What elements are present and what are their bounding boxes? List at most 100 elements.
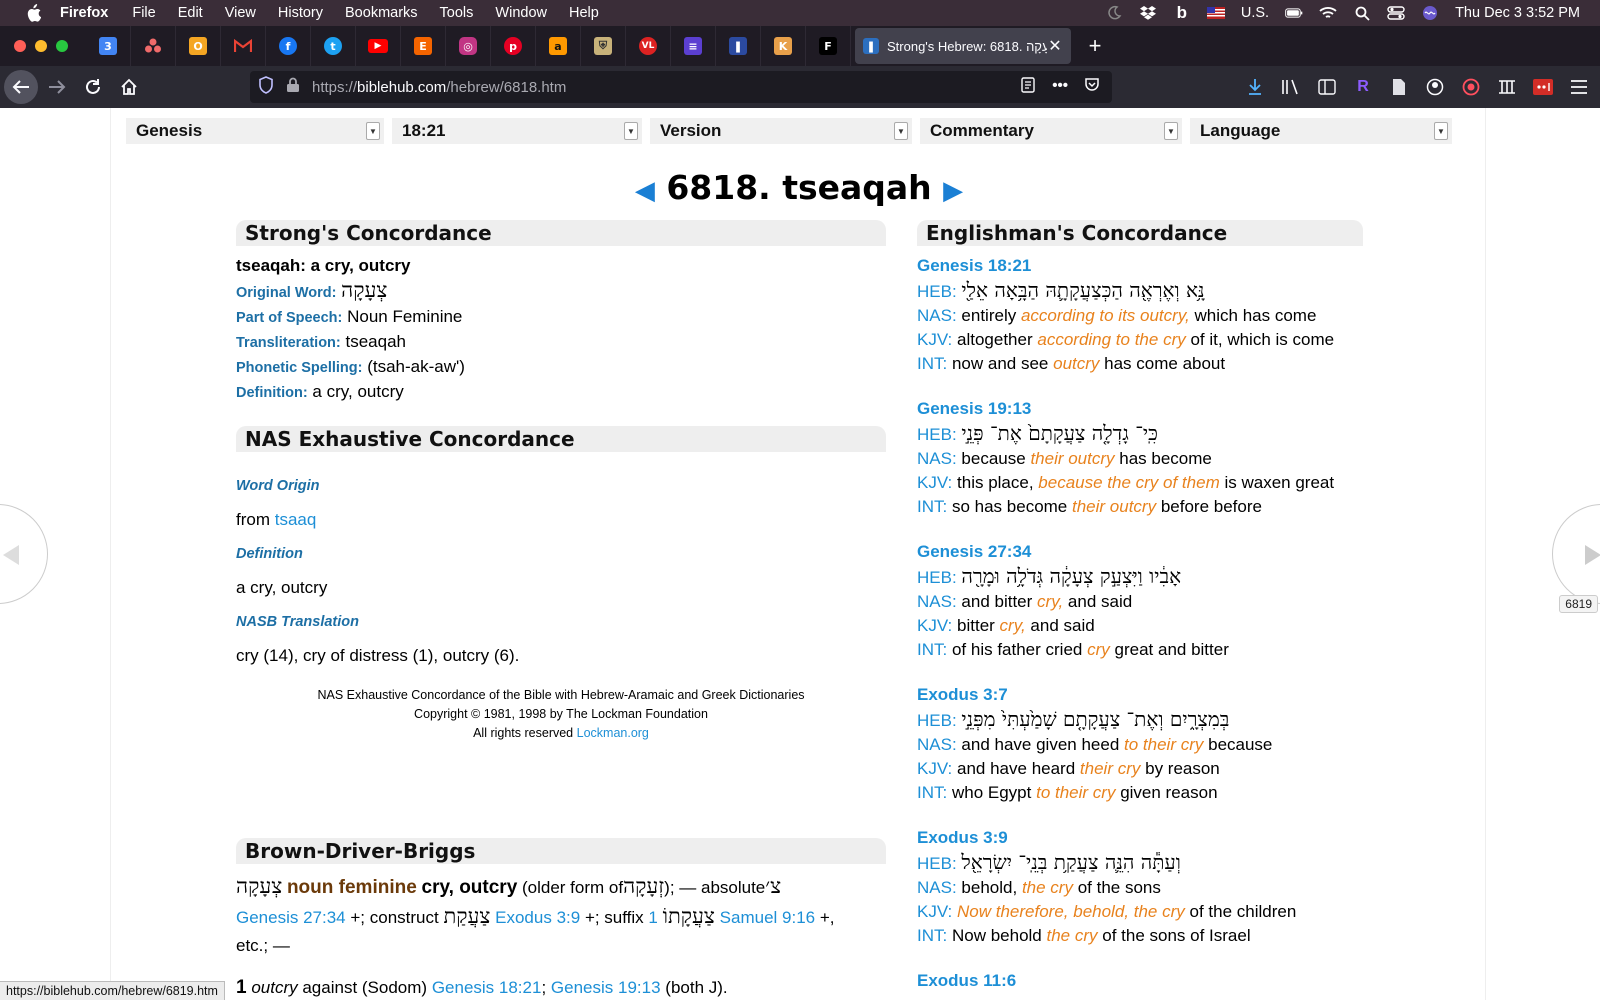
menu-app-firefox[interactable]: Firefox (60, 5, 108, 21)
close-window-button[interactable] (14, 40, 26, 52)
next-number-badge[interactable]: 6819 (1559, 595, 1598, 613)
nas-label[interactable]: NAS: (917, 592, 957, 611)
pinned-tab-calendar[interactable]: 3 (86, 26, 131, 66)
pinned-tab-tweetbot[interactable]: t (311, 26, 356, 66)
lock-icon[interactable] (286, 77, 302, 97)
ghost-extension-icon[interactable] (1424, 76, 1446, 98)
heb-label[interactable]: HEB: (917, 711, 957, 730)
sidebar-icon[interactable] (1316, 76, 1338, 98)
menu-view[interactable]: View (225, 5, 256, 21)
input-locale[interactable]: U.S. (1241, 5, 1269, 21)
kjv-label[interactable]: KJV: (917, 330, 952, 349)
pinned-tab-etsy[interactable]: E (401, 26, 446, 66)
hamburger-menu-icon[interactable] (1568, 76, 1590, 98)
pinned-tab-instagram[interactable]: ◎ (446, 26, 491, 66)
menu-bookmarks[interactable]: Bookmarks (345, 5, 418, 21)
bdb-ref-1-prefix[interactable]: 1 (648, 908, 657, 927)
pinned-tab-amazon[interactable]: a (536, 26, 581, 66)
bdb-ref-samuel-9-16[interactable]: Samuel 9:16 (720, 908, 815, 927)
url-text[interactable]: https://biblehub.com/hebrew/6818.htm (312, 79, 1020, 96)
commentary-select[interactable]: Commentary ▼ (920, 118, 1182, 144)
language-select[interactable]: Language ▼ (1190, 118, 1452, 144)
kjv-label[interactable]: KJV: (917, 473, 952, 492)
prev-page-nav-button[interactable] (0, 504, 48, 604)
library-icon[interactable] (1280, 76, 1302, 98)
tsaaq-link[interactable]: tsaaq (275, 510, 317, 529)
zoom-window-button[interactable] (56, 40, 68, 52)
wifi-icon[interactable] (1319, 6, 1337, 20)
next-entry-arrow-icon[interactable]: ▶ (943, 176, 963, 206)
download-icon[interactable] (1244, 76, 1266, 98)
pinned-tab-facebook[interactable]: f (266, 26, 311, 66)
bdb-ref-genesis-27-34[interactable]: Genesis 27:34 (236, 908, 346, 927)
bdb-sense-ref-genesis-18-21[interactable]: Genesis 18:21 (432, 978, 542, 997)
verse-select[interactable]: 18:21 ▼ (392, 118, 642, 144)
pinned-tab-gmail[interactable] (221, 26, 266, 66)
bdb-sense-ref-genesis-19-13[interactable]: Genesis 19:13 (551, 978, 661, 997)
concordance-ref-link[interactable]: Genesis 18:21 (917, 254, 1367, 278)
book-select[interactable]: Genesis ▼ (126, 118, 384, 144)
heb-label[interactable]: HEB: (917, 568, 957, 587)
apple-icon[interactable] (24, 4, 42, 22)
grid-extension-icon[interactable] (1496, 76, 1518, 98)
kjv-label[interactable]: KJV: (917, 902, 952, 921)
reload-button[interactable] (76, 70, 110, 104)
heb-label[interactable]: HEB: (917, 425, 957, 444)
menu-window[interactable]: Window (495, 5, 547, 21)
int-label[interactable]: INT: (917, 783, 947, 802)
concordance-ref-link[interactable]: Exodus 3:9 (917, 826, 1367, 850)
pinned-tab-f-site[interactable]: F (806, 26, 851, 66)
pinned-tab-overcast[interactable]: O (176, 26, 221, 66)
pocket-icon[interactable] (1084, 77, 1100, 97)
prev-entry-arrow-icon[interactable]: ◀ (635, 176, 655, 206)
b-app-icon[interactable]: b (1173, 3, 1191, 22)
record-extension-icon[interactable] (1460, 76, 1482, 98)
spotlight-search-icon[interactable] (1353, 6, 1371, 21)
tracking-protection-icon[interactable] (258, 76, 276, 98)
pinned-tab-asana[interactable] (131, 26, 176, 66)
new-tab-button[interactable]: + (1077, 28, 1113, 64)
active-tab[interactable]: ❚ Strong's Hebrew: 6818. צְעָקָה (ts ✕ (855, 28, 1071, 64)
back-button[interactable] (4, 70, 38, 104)
reader-view-icon[interactable] (1020, 77, 1036, 97)
menu-tools[interactable]: Tools (440, 5, 474, 21)
forward-button[interactable] (40, 70, 74, 104)
bdb-ref-exodus-3-9[interactable]: Exodus 3:9 (495, 908, 580, 927)
menu-history[interactable]: History (278, 5, 323, 21)
heb-label[interactable]: HEB: (917, 854, 957, 873)
page-actions-icon[interactable]: ••• (1052, 77, 1068, 97)
menu-edit[interactable]: Edit (178, 5, 203, 21)
int-label[interactable]: INT: (917, 354, 947, 373)
battery-icon[interactable] (1285, 6, 1303, 20)
us-flag-icon[interactable] (1206, 6, 1225, 20)
siri-icon[interactable] (1421, 6, 1439, 20)
lastpass-extension-icon[interactable] (1532, 76, 1554, 98)
pinned-tab-pinterest[interactable]: p (491, 26, 536, 66)
moon-icon[interactable] (1105, 5, 1123, 20)
next-page-nav-button[interactable] (1552, 504, 1600, 604)
minimize-window-button[interactable] (35, 40, 47, 52)
document-extension-icon[interactable] (1388, 76, 1410, 98)
control-center-icon[interactable] (1387, 6, 1405, 20)
concordance-ref-link[interactable]: Exodus 3:7 (917, 683, 1367, 707)
kjv-label[interactable]: KJV: (917, 616, 952, 635)
int-label[interactable]: INT: (917, 926, 947, 945)
concordance-ref-link[interactable]: Exodus 11:6 (917, 969, 1367, 993)
nas-label[interactable]: NAS: (917, 878, 957, 897)
r-extension-icon[interactable]: R (1352, 76, 1374, 98)
concordance-ref-link[interactable]: Genesis 19:13 (917, 397, 1367, 421)
nas-label[interactable]: NAS: (917, 306, 957, 325)
int-label[interactable]: INT: (917, 640, 947, 659)
pinned-tab-shield-site[interactable]: ⛨ (581, 26, 626, 66)
version-select[interactable]: Version ▼ (650, 118, 912, 144)
pinned-tab-youtube[interactable]: ▶ (356, 26, 401, 66)
concordance-ref-link[interactable]: Genesis 27:34 (917, 540, 1367, 564)
heb-label[interactable]: HEB: (917, 282, 957, 301)
menu-help[interactable]: Help (569, 5, 599, 21)
url-bar[interactable]: https://biblehub.com/hebrew/6818.htm ••• (250, 71, 1112, 103)
pinned-tab-vl-site[interactable]: VL (626, 26, 671, 66)
menu-file[interactable]: File (132, 5, 155, 21)
menubar-clock[interactable]: Thu Dec 3 3:52 PM (1455, 5, 1580, 21)
kjv-label[interactable]: KJV: (917, 759, 952, 778)
int-label[interactable]: INT: (917, 497, 947, 516)
